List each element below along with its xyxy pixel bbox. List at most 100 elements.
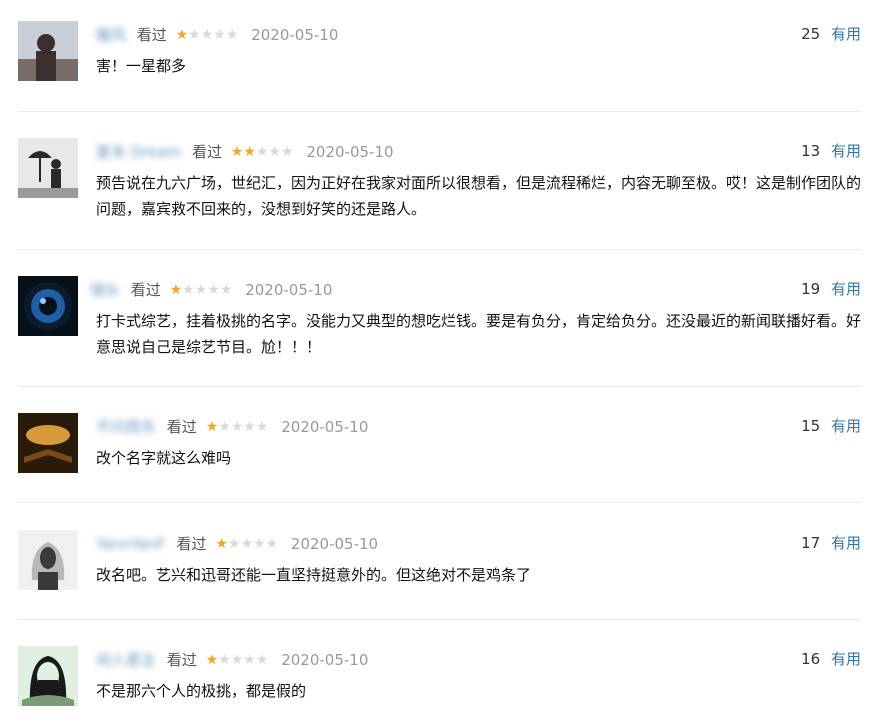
comment-meta: 镜头 看过 ★★★★★ 2020-05-10 xyxy=(90,278,332,300)
star-icon: ★ xyxy=(255,418,269,435)
vote-area: 16 有用 xyxy=(801,648,861,670)
comment-item: 夏末 Dream 看过 ★★★★★ 2020-05-10 13 有用 预告说在九… xyxy=(18,138,861,228)
rating-stars: ★★★★★ xyxy=(170,279,233,301)
star-icon: ★ xyxy=(240,535,253,552)
comment-item: 暖风 看过 ★★★★★ 2020-05-10 25 有用 害！一星都多 xyxy=(18,21,861,91)
star-icon: ★ xyxy=(230,143,244,160)
avatar[interactable] xyxy=(18,138,78,198)
comment-meta: YannYanF 看过 ★★★★★ 2020-05-10 xyxy=(96,532,378,554)
vote-count: 19 xyxy=(801,280,821,298)
avatar[interactable] xyxy=(18,530,78,590)
divider xyxy=(18,111,861,112)
comment-meta: 闲人君主 看过 ★★★★★ 2020-05-10 xyxy=(96,648,368,670)
comment-date: 2020-05-10 xyxy=(245,280,333,299)
watched-status: 看过 xyxy=(166,650,197,669)
star-icon: ★ xyxy=(215,535,228,552)
star-icon: ★ xyxy=(230,651,244,668)
star-icon: ★ xyxy=(207,281,220,298)
comment-date: 2020-05-10 xyxy=(306,142,394,161)
avatar[interactable] xyxy=(18,646,78,706)
comment-text: 打卡式综艺，挂着极挑的名字。没能力又典型的想吃烂钱。要是有负分，肯定给负分。还没… xyxy=(96,312,862,356)
star-icon: ★ xyxy=(255,143,269,160)
username-link[interactable]: 不问西东 xyxy=(96,416,156,438)
comment-text: 害！一星都多 xyxy=(96,57,187,75)
star-icon: ★ xyxy=(268,143,282,160)
star-icon: ★ xyxy=(200,26,214,43)
rating-stars: ★★★★★ xyxy=(215,533,278,555)
divider xyxy=(18,386,861,387)
vote-area: 19 有用 xyxy=(801,278,861,300)
avatar[interactable] xyxy=(18,21,78,81)
useful-button[interactable]: 有用 xyxy=(831,534,861,552)
rating-stars: ★★★★★ xyxy=(176,24,239,46)
star-icon: ★ xyxy=(255,651,269,668)
star-icon: ★ xyxy=(182,281,195,298)
rating-stars: ★★★★★ xyxy=(206,416,269,438)
username-link[interactable]: 暖风 xyxy=(96,24,126,46)
star-icon: ★ xyxy=(218,418,231,435)
comment-text: 预告说在九六广场，世纪汇，因为正好在我家对面所以很想看，但是流程稀烂，内容无聊至… xyxy=(96,174,862,218)
watched-status: 看过 xyxy=(166,417,197,436)
vote-area: 17 有用 xyxy=(801,532,861,554)
comment-date: 2020-05-10 xyxy=(290,534,379,553)
comment-date: 2020-05-10 xyxy=(281,650,369,669)
useful-button[interactable]: 有用 xyxy=(831,25,861,43)
star-icon: ★ xyxy=(218,651,231,668)
vote-count: 15 xyxy=(801,417,821,435)
star-icon: ★ xyxy=(213,26,226,43)
star-icon: ★ xyxy=(169,281,183,298)
watched-status: 看过 xyxy=(176,534,207,553)
avatar[interactable] xyxy=(18,276,78,336)
comment-meta: 暖风 看过 ★★★★★ 2020-05-10 xyxy=(96,23,338,45)
star-icon: ★ xyxy=(281,143,294,160)
username-link[interactable]: 镜头 xyxy=(90,279,120,301)
watched-status: 看过 xyxy=(136,25,167,44)
star-icon: ★ xyxy=(227,535,241,552)
star-icon: ★ xyxy=(253,535,266,552)
comment-item: 不问西东 看过 ★★★★★ 2020-05-10 15 有用 改个名字就这么难吗 xyxy=(18,413,861,483)
vote-count: 16 xyxy=(801,650,821,668)
username-link[interactable]: 夏末 Dream xyxy=(96,141,181,163)
avatar[interactable] xyxy=(18,413,78,473)
useful-button[interactable]: 有用 xyxy=(831,650,861,668)
rating-stars: ★★★★★ xyxy=(231,141,294,163)
star-icon: ★ xyxy=(243,418,256,435)
comment-text: 改名吧。艺兴和迅哥还能一直坚持挺意外的。但这绝对不是鸡条了 xyxy=(96,566,532,584)
star-icon: ★ xyxy=(230,418,244,435)
divider xyxy=(18,619,861,620)
divider xyxy=(18,249,861,250)
useful-button[interactable]: 有用 xyxy=(831,417,861,435)
comment-item: 闲人君主 看过 ★★★★★ 2020-05-10 16 有用 不是那六个人的极挑… xyxy=(18,646,861,716)
divider xyxy=(18,502,861,503)
star-icon: ★ xyxy=(205,418,219,435)
comment-date: 2020-05-10 xyxy=(281,417,369,436)
useful-button[interactable]: 有用 xyxy=(831,142,861,160)
star-icon: ★ xyxy=(188,26,201,43)
star-icon: ★ xyxy=(243,651,256,668)
vote-count: 17 xyxy=(801,534,821,552)
comment-item: YannYanF 看过 ★★★★★ 2020-05-10 17 有用 改名吧。艺… xyxy=(18,530,861,600)
vote-count: 13 xyxy=(801,142,821,160)
watched-status: 看过 xyxy=(130,280,161,299)
comment-meta: 夏末 Dream 看过 ★★★★★ 2020-05-10 xyxy=(96,140,394,162)
star-icon: ★ xyxy=(265,535,279,552)
comment-item: 镜头 看过 ★★★★★ 2020-05-10 19 有用 打卡式综艺，挂着极挑的… xyxy=(18,276,861,366)
comment-text: 改个名字就这么难吗 xyxy=(96,449,232,467)
comment-meta: 不问西东 看过 ★★★★★ 2020-05-10 xyxy=(96,415,368,437)
star-icon: ★ xyxy=(225,26,239,43)
username-link[interactable]: YannYanF xyxy=(96,533,166,555)
vote-area: 13 有用 xyxy=(801,140,861,162)
comment-date: 2020-05-10 xyxy=(251,25,339,44)
comment-text: 不是那六个人的极挑，都是假的 xyxy=(96,682,307,700)
star-icon: ★ xyxy=(194,281,208,298)
star-icon: ★ xyxy=(175,26,189,43)
useful-button[interactable]: 有用 xyxy=(831,280,861,298)
vote-count: 25 xyxy=(801,25,821,43)
vote-area: 15 有用 xyxy=(801,415,861,437)
star-icon: ★ xyxy=(219,281,233,298)
watched-status: 看过 xyxy=(191,142,222,161)
rating-stars: ★★★★★ xyxy=(206,649,269,671)
username-link[interactable]: 闲人君主 xyxy=(96,649,156,671)
star-icon: ★ xyxy=(205,651,219,668)
vote-area: 25 有用 xyxy=(801,23,861,45)
